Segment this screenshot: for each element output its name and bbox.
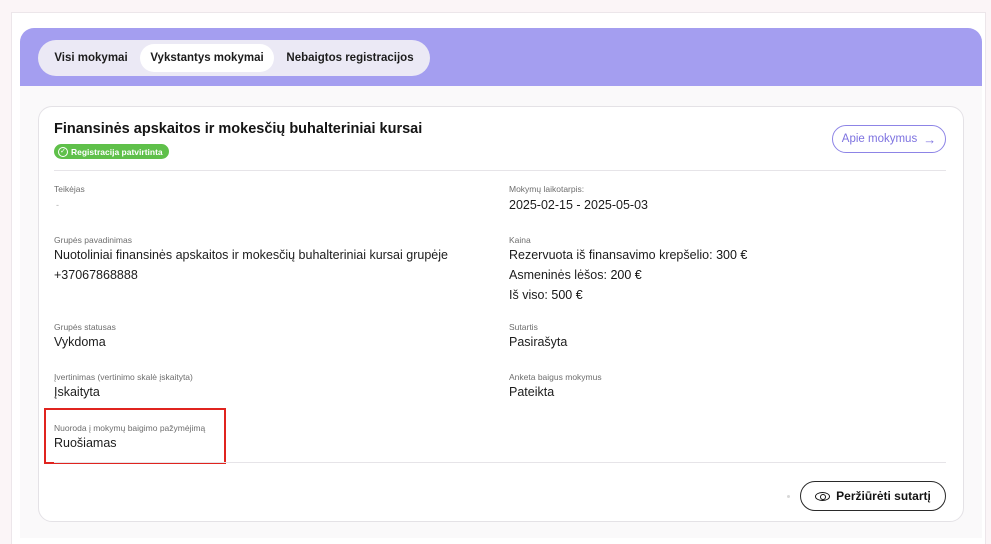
tab-ongoing-trainings[interactable]: Vykstantys mokymai bbox=[140, 44, 274, 72]
divider-top bbox=[54, 170, 946, 171]
highlight-box bbox=[44, 408, 226, 464]
price-total-value: 500 € bbox=[551, 288, 583, 302]
survey-label: Anketa baigus mokymus bbox=[509, 372, 602, 382]
price-total: Iš viso: 500 € bbox=[509, 288, 583, 302]
price-reserved-label: Rezervuota iš finansavimo krepšelio: bbox=[509, 248, 713, 262]
group-status-value: Vykdoma bbox=[54, 335, 106, 349]
tab-incomplete-registrations[interactable]: Nebaigtos registracijos bbox=[274, 44, 426, 72]
evaluation-value: Įskaityta bbox=[54, 385, 100, 399]
price-own-value: 200 € bbox=[610, 268, 642, 282]
course-title: Finansinės apskaitos ir mokesčių buhalte… bbox=[54, 121, 423, 137]
group-name-value: Nuotoliniai finansinės apskaitos ir moke… bbox=[54, 248, 448, 262]
contract-label: Sutartis bbox=[509, 322, 538, 332]
price-own-label: Asmeninės lėšos: bbox=[509, 268, 607, 282]
price-own: Asmeninės lėšos: 200 € bbox=[509, 268, 642, 282]
group-name-label: Grupės pavadinimas bbox=[54, 235, 132, 245]
period-value: 2025-02-15 - 2025-05-03 bbox=[509, 198, 648, 212]
status-badge-label: Registracija patvirtinta bbox=[71, 146, 163, 157]
about-training-button[interactable]: Apie mokymus → bbox=[832, 125, 946, 153]
contract-value: Pasirašyta bbox=[509, 335, 568, 349]
survey-value: Pateikta bbox=[509, 385, 555, 399]
period-label: Mokymų laikotarpis: bbox=[509, 184, 585, 194]
status-badge: ✓ Registracija patvirtinta bbox=[54, 144, 169, 159]
price-label: Kaina bbox=[509, 235, 531, 245]
group-name-phone: +37067868888 bbox=[54, 268, 138, 282]
provider-value: - bbox=[56, 200, 59, 210]
check-circle-icon: ✓ bbox=[58, 146, 68, 157]
eye-icon bbox=[815, 491, 831, 501]
view-contract-button[interactable]: Peržiūrėti sutartį bbox=[800, 481, 946, 511]
view-contract-label: Peržiūrėti sutartį bbox=[836, 489, 931, 503]
about-training-label: Apie mokymus bbox=[841, 133, 918, 145]
price-reserved-value: 300 € bbox=[716, 248, 748, 262]
evaluation-label: Įvertinimas (vertinimo skalė įskaityta) bbox=[54, 372, 193, 382]
tab-all-trainings[interactable]: Visi mokymai bbox=[42, 44, 140, 72]
dot-decoration bbox=[787, 495, 790, 498]
price-total-label: Iš viso: bbox=[509, 288, 548, 302]
provider-label: Teikėjas bbox=[54, 184, 85, 194]
arrow-right-icon: → bbox=[923, 131, 937, 147]
tab-bar: Visi mokymai Vykstantys mokymai Nebaigto… bbox=[38, 40, 430, 76]
group-status-label: Grupės statusas bbox=[54, 322, 116, 332]
price-reserved: Rezervuota iš finansavimo krepšelio: 300… bbox=[509, 248, 747, 262]
divider-bottom bbox=[54, 462, 946, 463]
